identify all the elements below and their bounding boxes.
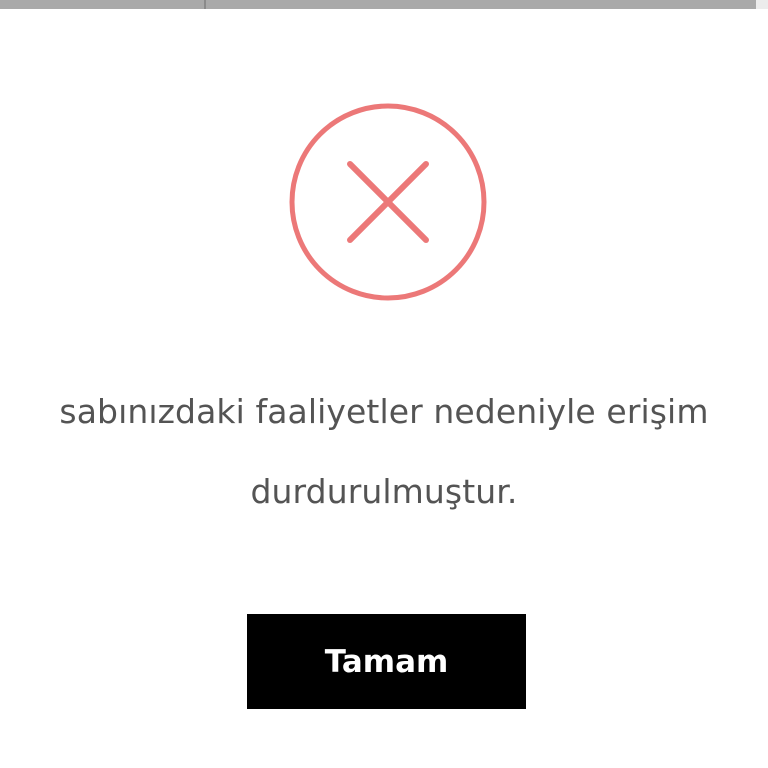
ok-button[interactable]: Tamam [247, 614, 526, 709]
error-message-line-2: durdurulmuştur. [250, 472, 518, 511]
top-browser-bar [0, 0, 768, 10]
top-bar-divider [204, 0, 206, 9]
close-icon [289, 103, 487, 301]
top-bar-strip [0, 0, 768, 9]
top-bar-right-edge [756, 0, 768, 9]
error-dialog: sabınızdaki faaliyetler nedeniyle erişim… [0, 10, 768, 768]
error-message: sabınızdaki faaliyetler nedeniyle erişim… [0, 372, 768, 532]
error-message-line-1: sabınızdaki faaliyetler nedeniyle erişim [59, 392, 709, 431]
